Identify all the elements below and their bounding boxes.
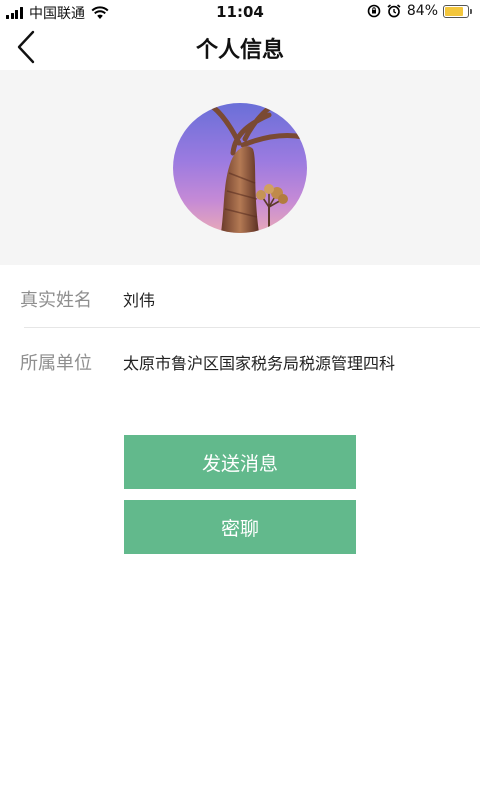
avatar-image xyxy=(173,103,307,233)
battery-percent: 84% xyxy=(406,3,438,19)
unit-label: 所属单位 xyxy=(20,353,92,374)
page-title: 个人信息 xyxy=(195,38,284,63)
secret-chat-button[interactable]: 密聊 xyxy=(124,500,356,554)
unit-value: 太原市鲁沪区国家税务局税源管理四科 xyxy=(123,354,396,373)
nav-bar: 个人信息 xyxy=(0,24,480,70)
send-message-button[interactable]: 发送消息 xyxy=(124,435,356,489)
status-bar: 中国联通 11:04 84% xyxy=(0,0,480,24)
name-label: 真实姓名 xyxy=(20,290,92,311)
alarm-icon xyxy=(387,4,401,18)
avatar[interactable] xyxy=(173,103,307,233)
rotation-lock-icon xyxy=(367,4,381,18)
name-value: 刘伟 xyxy=(123,291,156,310)
status-right: 84% xyxy=(367,3,472,19)
battery-icon xyxy=(443,4,472,18)
avatar-section xyxy=(0,70,480,265)
row-divider xyxy=(24,327,480,328)
